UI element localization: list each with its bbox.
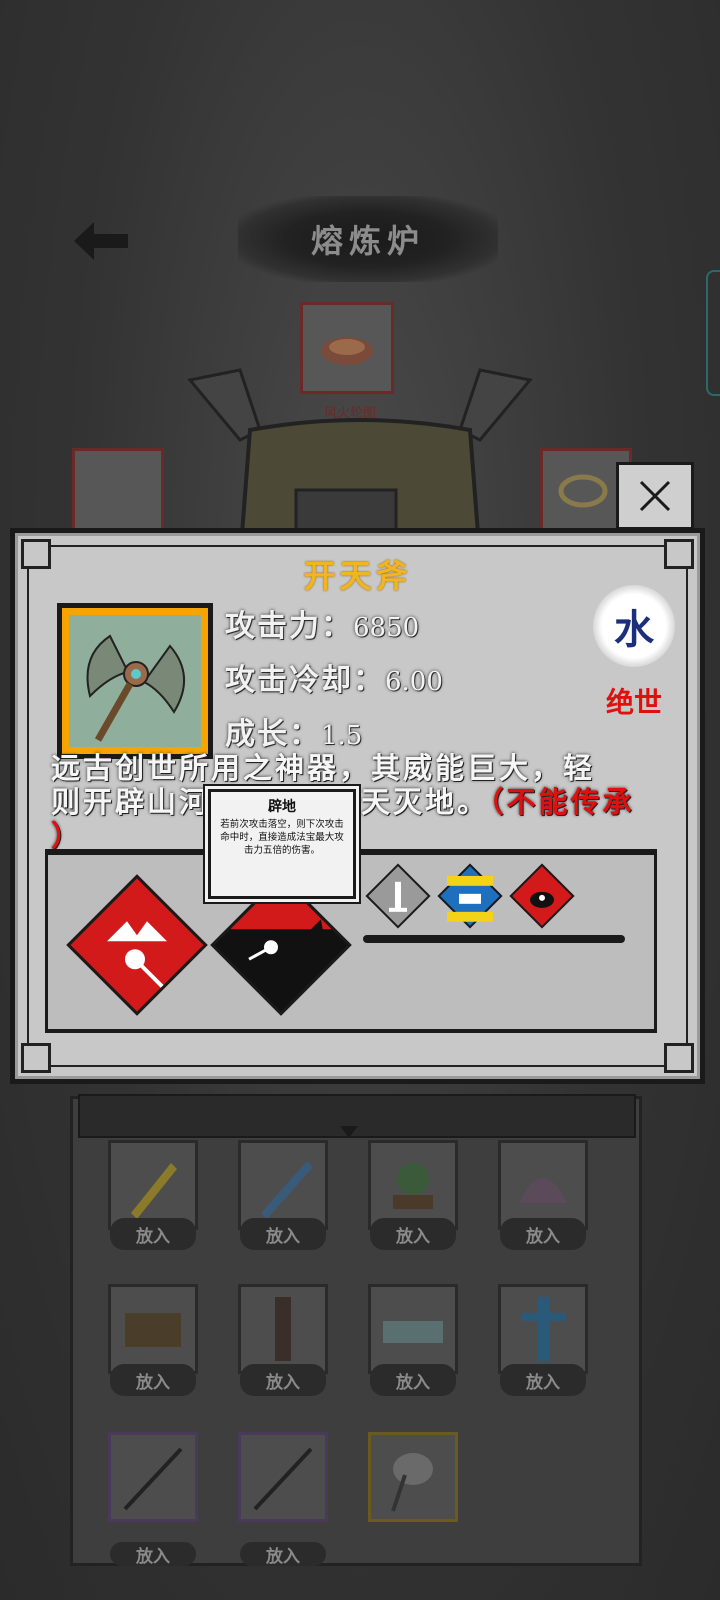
element-text: 水 [614,606,654,653]
back-button[interactable] [70,218,132,264]
battle-axe-icon [86,634,186,742]
axe-icon [391,1453,433,1512]
page-title: 熔炼炉 [238,196,498,282]
cooldown-label: 攻击冷却： [225,663,385,698]
growth-stat: 成长：1.5 [225,709,362,753]
put-in-button[interactable]: 放入 [110,1542,196,1567]
fire-wheel-icon [321,337,373,365]
item-detail-dialog: 开天斧 攻击力：6850 攻击冷却：6.00 成长：1.5 水 绝世 远古创世所… [10,528,705,1084]
inventory-slot[interactable] [238,1284,328,1374]
put-in-button[interactable]: 放入 [110,1364,196,1396]
item-icon-frame [57,603,213,759]
inventory-slot[interactable] [368,1432,458,1522]
item-icon-bg [69,615,201,747]
put-in-button[interactable]: 放入 [240,1542,326,1567]
tooltip-title: 辟地 [268,799,296,815]
ink-divider [363,935,625,943]
inventory-slot[interactable] [368,1140,458,1230]
page-title-text: 熔炼炉 [310,222,425,260]
cooldown-value: 6.00 [385,667,443,697]
growth-value: 1.5 [321,721,363,751]
item-description: 远古创世所用之神器，其威能巨大，轻 则开辟山河， 天灭地。（不能传承 ） [51,751,661,853]
no-inherit-warning-end: ） [51,819,84,853]
brick-icon [383,1321,443,1343]
side-tab[interactable] [706,270,720,396]
put-in-button[interactable]: 放入 [500,1218,586,1250]
put-in-button[interactable]: 放入 [500,1364,586,1396]
sword-icon [131,1163,177,1219]
inventory-slot[interactable] [108,1140,198,1230]
put-in-button[interactable]: 放入 [370,1218,456,1250]
close-icon [639,480,671,512]
dialog-corner [664,1043,694,1073]
description-line-1: 远古创世所用之神器，其威能巨大，轻 [51,751,596,785]
attack-stat: 攻击力：6850 [225,601,419,645]
sword-icon [389,881,407,912]
cooldown-stat: 攻击冷却：6.00 [225,655,443,699]
rarity-label: 绝世 [605,686,662,719]
inventory-slot[interactable] [498,1140,588,1230]
inventory-slot[interactable] [238,1140,328,1230]
description-line-2b: 天灭地。 [361,785,490,819]
spear-icon [253,1447,313,1511]
inventory-slot[interactable] [368,1284,458,1374]
blade-icon [261,1161,313,1219]
furnace-top-slot-caption: 风火轮图 [323,406,376,421]
no-inherit-warning: （不能传承 [489,785,635,819]
dialog-corner [21,1043,51,1073]
inventory-slot[interactable] [108,1284,198,1374]
plant-icon [393,1163,433,1209]
spear-icon [123,1447,183,1511]
put-in-button[interactable]: 放入 [370,1364,456,1396]
element-badge: 水 [593,585,675,667]
put-in-button[interactable]: 放入 [110,1218,196,1250]
attack-value: 6850 [353,613,420,643]
furnace-left-slot[interactable] [72,448,164,538]
chest-icon [125,1313,181,1347]
item-name: 开天斧 [303,557,412,595]
growth-label: 成长： [225,717,321,752]
chevron-down-icon[interactable] [340,1126,358,1138]
inventory-slot[interactable] [238,1432,328,1522]
wave-icon [447,875,493,922]
bell-icon [519,1178,567,1203]
attack-label: 攻击力： [225,609,353,644]
inventory-slot[interactable] [108,1432,198,1522]
puppet-icon [521,1297,565,1361]
beast-icon [530,891,554,908]
inventory-slot[interactable] [498,1284,588,1374]
furnace-top-slot[interactable] [300,302,394,394]
description-line-2: 则开辟山河， 天灭地。（不能传承 [51,785,661,819]
skill-tooltip: 辟地 若前次攻击落空，则下次攻击命中时，直接造成法宝最大攻击力五倍的伤害。 [208,789,356,899]
arrow-left-icon [74,222,128,260]
tooltip-body: 若前次攻击落空，则下次攻击命中时，直接造成法宝最大攻击力五倍的伤害。 [220,819,344,856]
close-button[interactable] [616,462,694,530]
put-in-button[interactable]: 放入 [240,1218,326,1250]
boots-icon [275,1297,291,1361]
put-in-button[interactable]: 放入 [240,1364,326,1396]
